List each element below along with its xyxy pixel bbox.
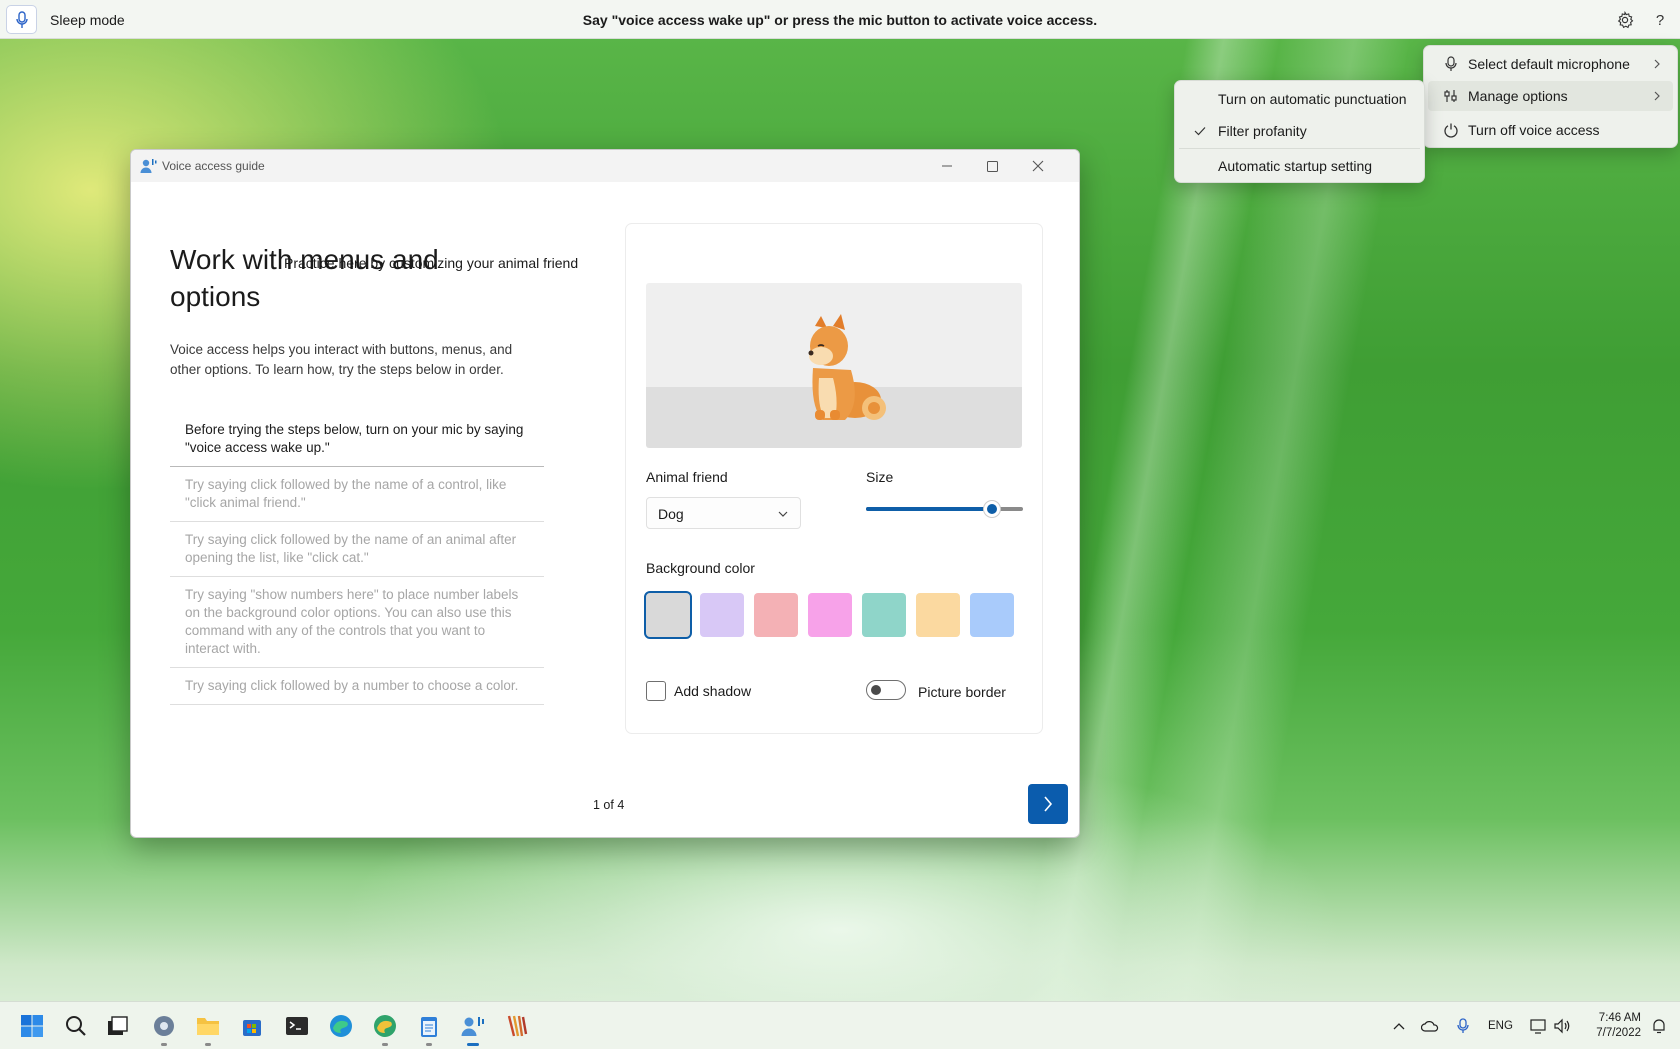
animal-friend-label: Animal friend [646,469,728,485]
gear-icon[interactable] [1614,9,1636,31]
app-icon[interactable] [502,1011,532,1041]
taskbar: ENG 7:46 AM 7/7/2022 [0,1001,1680,1049]
menu-divider [1179,148,1420,149]
menu-item-label: Turn off voice access [1468,122,1600,138]
clock[interactable]: 7:46 AM 7/7/2022 [1581,1011,1641,1041]
slider-fill [866,507,992,511]
next-button[interactable] [1028,784,1068,824]
running-indicator [205,1043,211,1046]
submenu-item-label: Turn on automatic punctuation [1218,91,1407,107]
step-item: Try saying click followed by the name of… [170,467,544,522]
add-shadow-checkbox[interactable] [646,681,666,701]
picture-border-toggle[interactable] [866,680,906,700]
chevron-down-icon [777,508,789,520]
background-color-label: Background color [646,560,755,576]
time-label: 7:46 AM [1598,1012,1641,1024]
color-swatch[interactable] [700,593,744,637]
step-item: Try saying click followed by a number to… [170,668,544,705]
voice-access-menu: Select default microphone Manage options… [1423,45,1678,148]
terminal-icon[interactable] [282,1011,312,1041]
title-bar: Voice access guide [131,150,1079,182]
voice-access-message: Say "voice access wake up" or press the … [582,12,1098,28]
date-label: 7/7/2022 [1596,1027,1641,1039]
chevron-right-icon [1651,90,1663,102]
animal-friend-dropdown[interactable]: Dog [646,497,801,529]
chevron-up-icon[interactable] [1390,1017,1408,1035]
submenu-item-startup-setting[interactable]: Automatic startup setting [1179,151,1420,181]
volume-icon[interactable] [1553,1017,1571,1035]
submenu-item-label: Filter profanity [1218,123,1307,139]
color-swatch[interactable] [808,593,852,637]
size-label: Size [866,469,894,485]
window-title: Voice access guide [162,159,265,173]
mic-icon [1442,55,1460,73]
menu-item-manage-options[interactable]: Manage options [1428,81,1673,111]
step-item: Before trying the steps below, turn on y… [170,411,544,467]
onedrive-icon[interactable] [1421,1017,1439,1035]
step-item: Try saying click followed by the name of… [170,522,544,577]
manage-options-submenu: Turn on automatic punctuation Filter pro… [1174,80,1425,183]
chevron-right-icon [1651,58,1663,70]
dog-illustration [775,308,893,426]
notepad-icon[interactable] [414,1011,444,1046]
menu-item-label: Manage options [1468,88,1568,104]
voice-access-bar: Sleep mode Say "voice access wake up" or… [0,0,1680,39]
notification-icon[interactable] [1650,1017,1668,1035]
mic-icon[interactable] [1454,1017,1472,1035]
background-color-swatches [644,591,1016,639]
chevron-right-icon [1043,796,1053,812]
edge-canary-icon[interactable] [370,1011,400,1046]
running-indicator [426,1043,432,1046]
settings-sliders-icon [1442,87,1460,105]
menu-item-select-microphone[interactable]: Select default microphone [1428,49,1673,79]
power-icon [1442,121,1460,139]
color-swatch[interactable] [754,593,798,637]
add-shadow-label: Add shadow [674,683,752,699]
settings-app-icon[interactable] [149,1011,179,1046]
file-explorer-icon[interactable] [193,1011,223,1046]
language-indicator[interactable]: ENG [1488,1020,1513,1032]
voice-access-app-icon [140,158,158,174]
maximize-button[interactable] [977,154,1007,178]
voice-access-guide-window: Voice access guide Work with menus and o… [130,149,1080,838]
intro-text: Voice access helps you interact with but… [170,342,513,377]
color-swatch[interactable] [644,591,692,639]
color-swatch[interactable] [862,593,906,637]
running-indicator [161,1043,167,1046]
task-view-icon[interactable] [103,1011,133,1041]
close-button[interactable] [1023,154,1053,178]
network-icon[interactable] [1530,1017,1548,1035]
edge-icon[interactable] [326,1011,356,1041]
color-swatch[interactable] [916,593,960,637]
steps-list: Before trying the steps below, turn on y… [170,411,544,705]
checkmark-icon [1193,124,1207,138]
search-icon[interactable] [61,1011,91,1041]
running-indicator [467,1043,479,1046]
practice-title: Practice here by customizing your animal… [284,255,579,271]
store-icon[interactable] [237,1011,267,1041]
menu-item-turn-off[interactable]: Turn off voice access [1428,115,1673,145]
help-icon[interactable]: ? [1650,10,1670,30]
start-icon[interactable] [17,1011,47,1041]
dropdown-value: Dog [658,506,684,522]
voice-access-icon[interactable] [458,1011,488,1046]
submenu-item-filter-profanity[interactable]: Filter profanity [1179,116,1420,146]
minimize-button[interactable] [932,154,962,178]
slider-thumb[interactable] [983,501,1000,517]
running-indicator [382,1043,388,1046]
submenu-item-label: Automatic startup setting [1218,158,1373,174]
picture-border-label: Picture border [918,684,1006,700]
menu-item-label: Select default microphone [1468,56,1630,72]
color-swatch[interactable] [970,593,1014,637]
page-title: Work with menus and options [170,244,439,312]
toggle-knob [871,685,881,695]
size-slider[interactable] [866,499,1023,519]
animal-preview [646,283,1022,448]
step-item: Try saying "show numbers here" to place … [170,577,544,668]
submenu-item-auto-punctuation[interactable]: Turn on automatic punctuation [1179,84,1420,114]
page-indicator: 1 of 4 [593,798,625,812]
